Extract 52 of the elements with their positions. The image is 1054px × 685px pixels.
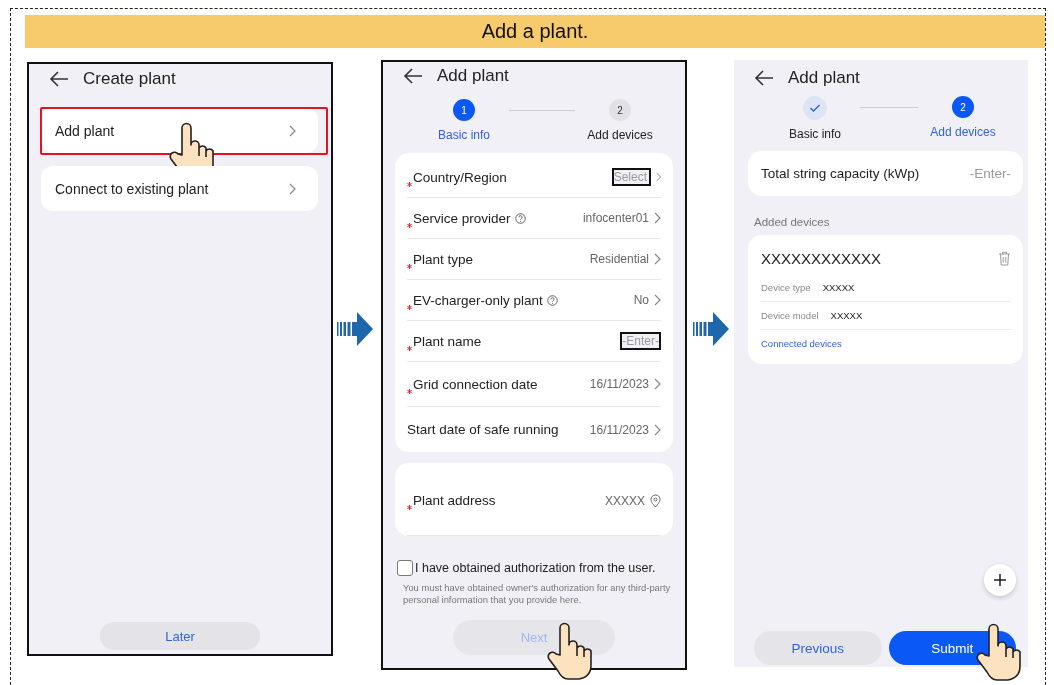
location-pin-icon[interactable] bbox=[650, 493, 661, 508]
checkbox[interactable] bbox=[397, 560, 413, 576]
field-label: Plant name bbox=[413, 333, 482, 349]
field-value[interactable]: No bbox=[633, 293, 649, 307]
step-label: Add devices bbox=[587, 128, 653, 142]
step-number: 1 bbox=[453, 99, 475, 121]
step-number: 2 bbox=[609, 99, 631, 121]
device-name: XXXXXXXXXXXX bbox=[761, 249, 882, 267]
back-arrow-icon[interactable] bbox=[754, 70, 774, 86]
screen-title: Add plant bbox=[437, 66, 509, 86]
field-label: Plant address bbox=[413, 493, 496, 508]
screen-title: Add plant bbox=[788, 68, 860, 88]
back-arrow-icon[interactable] bbox=[49, 71, 69, 87]
chevron-icon bbox=[289, 182, 296, 195]
detail-label: Device type bbox=[761, 282, 811, 293]
detail-value: XXXXX bbox=[822, 282, 855, 293]
flow-arrow-icon bbox=[337, 312, 373, 346]
checkbox-label: I have obtained authorization from the user. bbox=[415, 561, 656, 575]
field-label: Country/Region bbox=[413, 169, 507, 185]
step-label: Add devices bbox=[930, 125, 996, 139]
plus-icon bbox=[993, 573, 1007, 587]
field-value[interactable]: 16/11/2023 bbox=[589, 377, 649, 391]
connected-devices-link[interactable]: Connected devices bbox=[761, 338, 842, 349]
field-label: Start date of safe running bbox=[407, 422, 559, 437]
add-button[interactable] bbox=[984, 564, 1016, 596]
previous-button[interactable]: Previous bbox=[754, 631, 882, 665]
capacity-field[interactable]: Total string capacity (kWp) -Enter- bbox=[748, 151, 1023, 196]
section-label: Added devices bbox=[754, 216, 831, 228]
detail-value: XXXXX bbox=[830, 310, 863, 321]
menu-option[interactable]: Connect to existing plant bbox=[41, 166, 318, 211]
screen-title: Create plant bbox=[83, 69, 176, 89]
field-value[interactable]: Residential bbox=[589, 252, 649, 266]
back-arrow-icon[interactable] bbox=[403, 68, 423, 84]
authorization-note: You must have obtained owner's authorization for any third-party personal information that you provide here. bbox=[403, 582, 671, 607]
step-number: 2 bbox=[952, 96, 974, 118]
help-icon[interactable] bbox=[546, 294, 558, 306]
chevron-icon bbox=[289, 124, 296, 137]
field-value[interactable]: infocenter01 bbox=[582, 211, 649, 225]
field-label: EV-charger-only plant bbox=[413, 292, 543, 308]
field-label: Service provider bbox=[413, 210, 511, 226]
trash-icon[interactable] bbox=[998, 250, 1011, 266]
step-label: Basic info bbox=[789, 127, 841, 141]
field-label: Plant type bbox=[413, 251, 474, 267]
flow-arrow-icon bbox=[693, 312, 729, 346]
field-value[interactable]: XXXXX bbox=[604, 493, 645, 508]
field-value[interactable]: 16/11/2023 bbox=[589, 422, 649, 437]
field-label: Grid connection date bbox=[413, 376, 538, 392]
detail-label: Device model bbox=[761, 310, 819, 321]
later-button[interactable]: Later bbox=[100, 622, 260, 650]
help-icon[interactable] bbox=[514, 212, 526, 224]
step-label: Basic info bbox=[438, 128, 490, 142]
banner-title: Add a plant. bbox=[25, 15, 1045, 48]
